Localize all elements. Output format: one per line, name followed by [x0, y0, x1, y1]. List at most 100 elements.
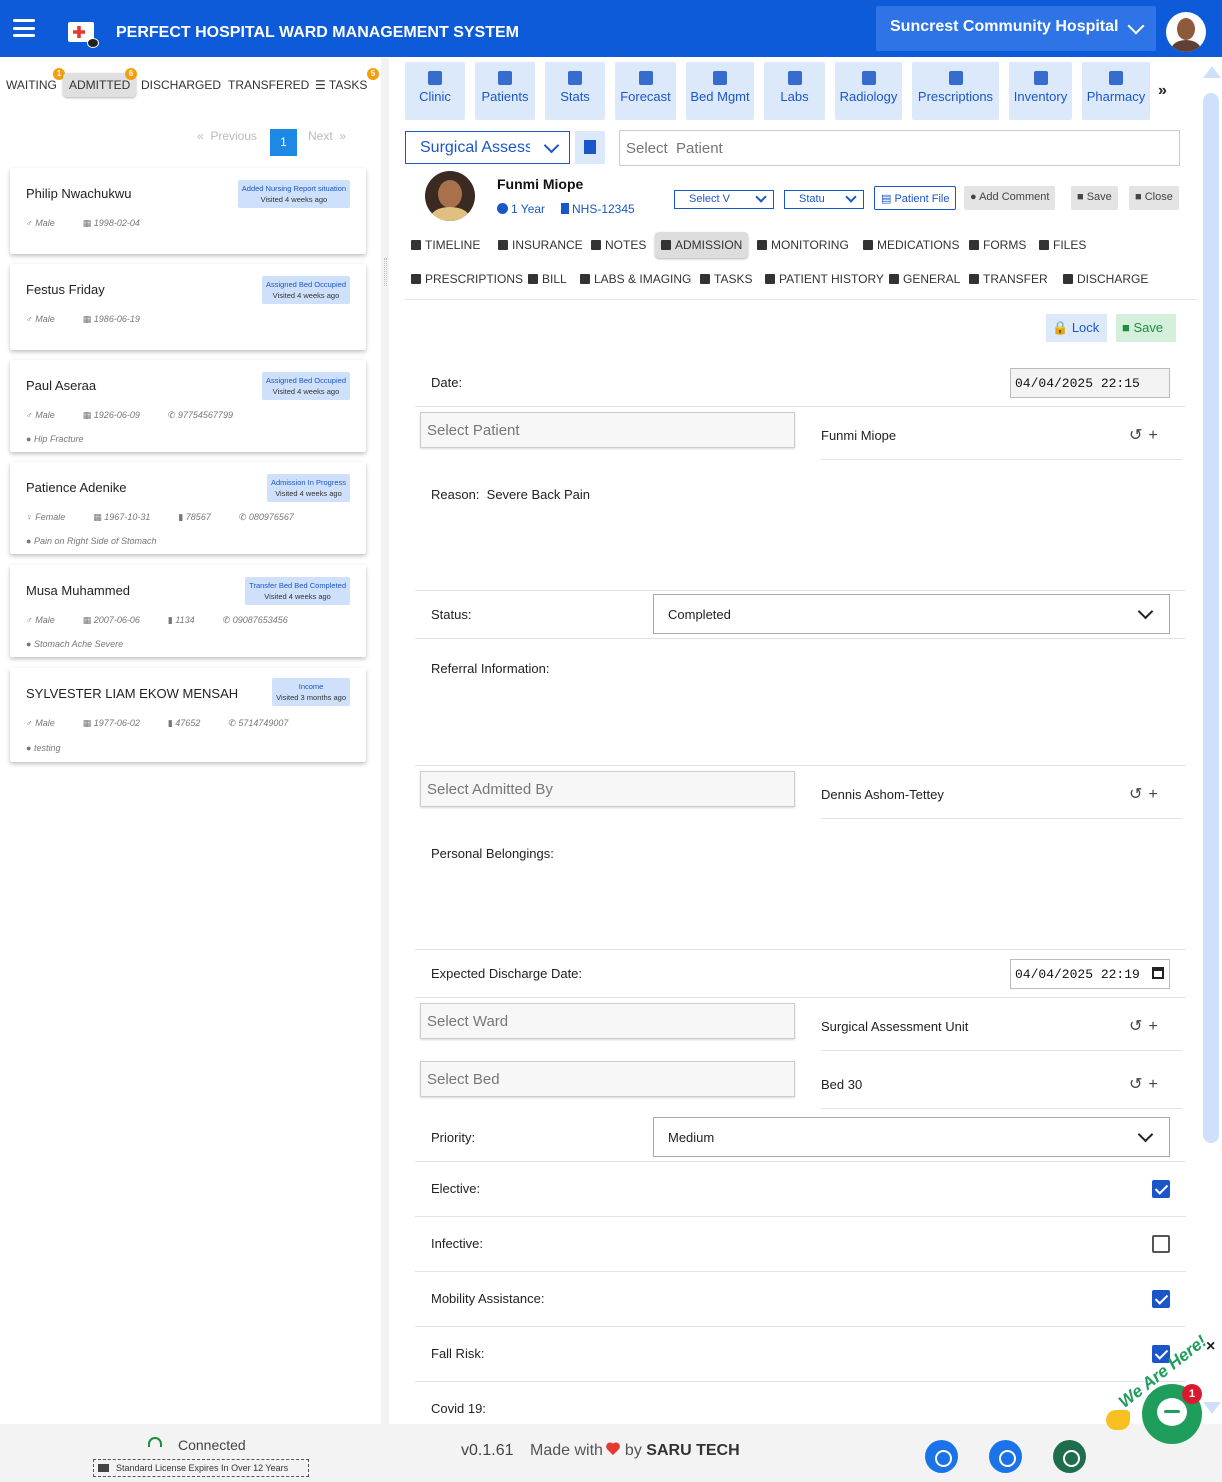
- subtab-transfer[interactable]: TRANSFER: [969, 272, 1048, 286]
- patient-card[interactable]: Philip Nwachukwu Added Nursing Report si…: [10, 168, 366, 254]
- add-comment-button[interactable]: ● Add Comment: [964, 186, 1056, 210]
- heart-icon: [607, 1443, 621, 1456]
- resize-handle[interactable]: [384, 258, 387, 286]
- nav-forecast[interactable]: Forecast: [615, 62, 676, 120]
- nav-prescriptions[interactable]: Prescriptions: [912, 62, 999, 120]
- select-admitted-by-field[interactable]: Select Admitted By: [420, 771, 795, 807]
- next-page-button[interactable]: Next »: [308, 129, 346, 143]
- select-v-dropdown[interactable]: Select V: [674, 190, 774, 209]
- divider: [415, 1161, 1186, 1162]
- nav-clinic[interactable]: Clinic: [405, 62, 465, 120]
- status-badge: Transfer Bed Bed Completed Visited 4 week…: [245, 577, 350, 605]
- scrollbar[interactable]: [1203, 93, 1219, 1143]
- subtab-discharge[interactable]: DISCHARGE: [1063, 272, 1148, 286]
- select-bed-field[interactable]: Select Bed: [420, 1061, 795, 1097]
- door-icon[interactable]: [575, 131, 605, 164]
- subtab-admission[interactable]: ADMISSION: [655, 232, 749, 258]
- settings-icon[interactable]: [989, 1440, 1022, 1473]
- subtab-monitoring[interactable]: MONITORING: [757, 238, 849, 252]
- divider: [415, 406, 1186, 407]
- elective-checkbox[interactable]: [1152, 1180, 1170, 1198]
- patient-card[interactable]: SYLVESTER LIAM EKOW MENSAH Income Visited…: [10, 668, 366, 762]
- nav-radiology[interactable]: Radiology: [835, 62, 902, 120]
- patient-card[interactable]: Festus Friday Assigned Bed Occupied Visit…: [10, 264, 366, 350]
- nav-inventory[interactable]: Inventory: [1009, 62, 1072, 120]
- translate-icon[interactable]: [925, 1440, 958, 1473]
- user-avatar[interactable]: [1166, 12, 1206, 52]
- page-number-button[interactable]: 1: [270, 129, 297, 156]
- chevron-down-icon: [1127, 17, 1145, 35]
- history-icon: [765, 274, 775, 284]
- subtab-prescriptions[interactable]: PRESCRIPTIONS: [411, 272, 523, 286]
- close-button[interactable]: ■ Close: [1129, 186, 1179, 210]
- subtab-patient-history[interactable]: PATIENT HISTORY: [765, 272, 884, 286]
- scroll-up-icon[interactable]: [1203, 66, 1221, 78]
- infective-label: Infective:: [431, 1236, 484, 1251]
- patient-card-name: Festus Friday: [26, 282, 105, 297]
- patient-search-input[interactable]: [619, 130, 1180, 166]
- status-badge: Income Visited 3 months ago: [272, 678, 350, 706]
- divider: [405, 299, 1197, 300]
- alarm-icon[interactable]: [1053, 1440, 1086, 1473]
- patient-card-meta: ♂ Male ▦ 1998-02-04: [26, 218, 140, 228]
- date-field[interactable]: 04/04/2025 22:15: [1010, 368, 1170, 398]
- nav-stats[interactable]: Stats: [545, 62, 605, 120]
- subtab-timeline[interactable]: TIMELINE: [411, 238, 480, 252]
- lock-button[interactable]: 🔒 Lock: [1046, 314, 1107, 342]
- inventory-icon: [1033, 71, 1048, 85]
- tab-tasks[interactable]: ☰ TASKS: [315, 78, 367, 92]
- more-nav-icon[interactable]: »: [1158, 82, 1167, 100]
- status-dropdown[interactable]: Completed: [653, 594, 1170, 634]
- patient-card-note: ● Pain on Right Side of Stomach: [26, 536, 157, 546]
- unit-select[interactable]: Surgical Assessment Unit: [405, 131, 570, 164]
- nav-pharmacy[interactable]: Pharmacy: [1082, 62, 1150, 120]
- menu-icon[interactable]: [13, 19, 35, 37]
- tab-discharged[interactable]: DISCHARGED: [141, 78, 221, 92]
- tab-waiting[interactable]: WAITING: [6, 78, 57, 92]
- select-ward-field[interactable]: Select Ward: [420, 1003, 795, 1039]
- patient-list-tabs: WAITING 1 ADMITTED 6 DISCHARGED TRANSFER…: [0, 66, 380, 106]
- mobility-assistance-checkbox[interactable]: [1152, 1290, 1170, 1308]
- hospital-logo-icon: [68, 22, 99, 48]
- subtab-insurance[interactable]: INSURANCE: [498, 238, 583, 252]
- hospital-select[interactable]: Suncrest Community Hospital: [876, 6, 1156, 51]
- previous-page-button[interactable]: « Previous: [197, 129, 257, 143]
- save-button[interactable]: ■ Save: [1116, 314, 1176, 342]
- reset-add-icon[interactable]: ↺+: [1129, 784, 1164, 804]
- patient-card[interactable]: Musa Muhammed Transfer Bed Bed Completed…: [10, 565, 366, 657]
- priority-dropdown[interactable]: Medium: [653, 1117, 1170, 1157]
- subtab-general[interactable]: GENERAL: [889, 272, 960, 286]
- subtab-bill[interactable]: BILL: [528, 272, 567, 286]
- patient-card[interactable]: Patience Adenike Admission In Progress Vi…: [10, 462, 366, 554]
- calendar-icon[interactable]: [1152, 967, 1164, 979]
- nav-labs[interactable]: Labs: [764, 62, 825, 120]
- patient-file-button[interactable]: ▤ Patient File: [874, 186, 957, 210]
- subtab-labs-imaging[interactable]: LABS & IMAGING: [580, 272, 691, 286]
- reset-add-icon[interactable]: ↺+: [1129, 1016, 1164, 1036]
- hospital-select-value: Suncrest Community Hospital: [890, 18, 1119, 35]
- transfer-icon: [969, 274, 979, 284]
- subtab-forms[interactable]: FORMS: [969, 238, 1026, 252]
- status-mini-dropdown[interactable]: Statu: [784, 190, 864, 209]
- patient-card[interactable]: Paul Aseraa Assigned Bed Occupied Visited…: [10, 360, 366, 452]
- expected-discharge-field[interactable]: 04/04/2025 22:19: [1010, 959, 1170, 989]
- previous-label: Previous: [210, 129, 258, 143]
- version: v0.1.61: [461, 1442, 514, 1459]
- subtab-files[interactable]: FILES: [1039, 238, 1086, 252]
- subtab-tasks[interactable]: TASKS: [700, 272, 752, 286]
- nav-patients[interactable]: Patients: [475, 62, 535, 120]
- reset-add-icon[interactable]: ↺+: [1129, 1074, 1164, 1094]
- scroll-down-icon[interactable]: [1203, 1402, 1221, 1414]
- header-save-button[interactable]: ■ Save: [1071, 186, 1118, 210]
- infective-checkbox[interactable]: [1152, 1235, 1170, 1253]
- select-patient-field[interactable]: Select Patient: [420, 412, 795, 448]
- company-name: SARU TECH: [646, 1442, 740, 1459]
- admission-icon: [661, 240, 671, 250]
- nav-bed-mgmt[interactable]: Bed Mgmt: [686, 62, 754, 120]
- subtab-medications[interactable]: MEDICATIONS: [863, 238, 959, 252]
- reset-add-icon[interactable]: ↺+: [1129, 425, 1164, 445]
- divider: [415, 949, 1186, 950]
- chevron-down-icon: [1137, 1126, 1154, 1143]
- tab-transfered[interactable]: TRANSFERED: [228, 78, 309, 92]
- subtab-notes[interactable]: NOTES: [591, 238, 646, 252]
